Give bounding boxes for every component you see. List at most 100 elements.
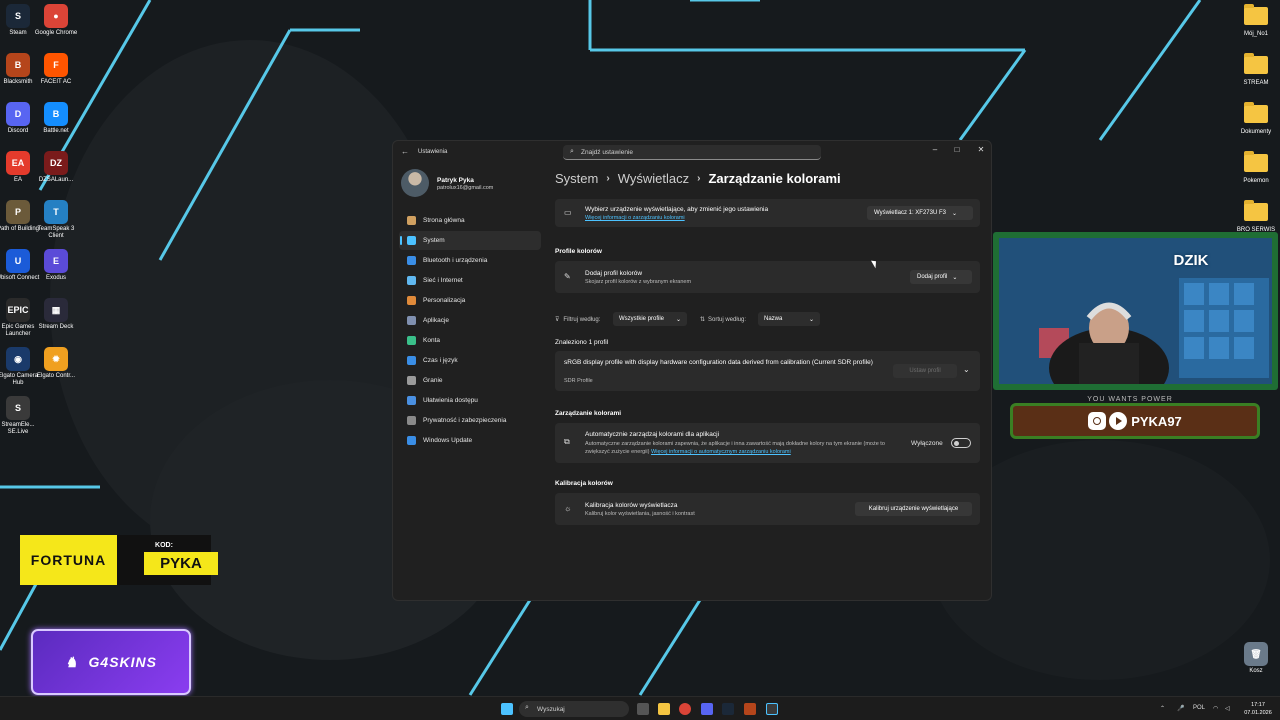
sidebar-item[interactable]: Personalizacja bbox=[399, 291, 541, 310]
sort-icon: ⇅ bbox=[700, 317, 706, 323]
sidebar-item[interactable]: Czas i język bbox=[399, 351, 541, 370]
desktop-icon[interactable]: E Exodus bbox=[34, 249, 78, 282]
sidebar-nav: Strona główna System Bluetooth i urządzeni… bbox=[399, 211, 541, 451]
tray-chevron-icon[interactable]: ⌃ bbox=[1160, 705, 1165, 712]
sidebar-item[interactable]: Windows Update bbox=[399, 431, 541, 450]
filter-dropdown[interactable]: Wszystkie profile ⌄ bbox=[613, 312, 687, 326]
set-profile-label: Ustaw profil bbox=[909, 368, 941, 374]
app-icon: P bbox=[6, 200, 30, 224]
desktop-icon[interactable]: S StreamEle... SE.Live bbox=[0, 396, 40, 436]
desktop-icon[interactable]: ✹ Elgato Contr... bbox=[34, 347, 78, 380]
fortuna-code: PYKA bbox=[144, 552, 218, 575]
microphone-icon[interactable]: 🎤 bbox=[1177, 705, 1184, 712]
close-button[interactable]: ✕ bbox=[974, 145, 988, 154]
sidebar-item[interactable]: System bbox=[399, 231, 541, 250]
app-icon[interactable] bbox=[744, 703, 756, 715]
desktop-icon[interactable]: ▦ Stream Deck bbox=[34, 298, 78, 331]
user-email: patrolux16@gmail.com bbox=[437, 185, 494, 191]
desktop-folder[interactable]: Dokumenty bbox=[1234, 102, 1278, 136]
desktop-folder-label: Mój_No1 bbox=[1243, 31, 1268, 37]
instagram-icon bbox=[1088, 412, 1107, 430]
desktop-icon-label: Stream Deck bbox=[38, 324, 74, 330]
filter-label-text: Filtruj według: bbox=[563, 316, 601, 323]
settings-taskbar-icon[interactable] bbox=[766, 703, 778, 715]
chevron-down-icon: ⌄ bbox=[808, 316, 814, 323]
display-dropdown-value: Wyświetlacz 1: XF273U F3 bbox=[874, 210, 946, 216]
chevron-right-icon: › bbox=[697, 172, 701, 184]
desktop-icon-label: Blacksmith bbox=[3, 79, 33, 85]
sidebar-item[interactable]: Aplikacje bbox=[399, 311, 541, 330]
sidebar-item-label: Windows Update bbox=[423, 437, 473, 444]
desktop-folder[interactable]: Mój_No1 bbox=[1234, 4, 1278, 38]
desktop-icon[interactable]: F FACEIT AC bbox=[34, 53, 78, 86]
sidebar-item-label: Personalizacja bbox=[423, 297, 466, 304]
desktop-icon[interactable]: T TeamSpeak 3 Client bbox=[34, 200, 78, 240]
app-icon: S bbox=[6, 396, 30, 420]
chrome-icon[interactable] bbox=[679, 703, 691, 715]
breadcrumb-display[interactable]: Wyświetlacz bbox=[618, 171, 689, 186]
settings-search-input[interactable]: ⌕ Znajdź ustawienie bbox=[563, 145, 821, 160]
sidebar-item[interactable]: Sieć i Internet bbox=[399, 271, 541, 290]
sidebar-item[interactable]: Ułatwienia dostępu bbox=[399, 391, 541, 410]
webcam-scene bbox=[999, 238, 1272, 384]
profile-list-item[interactable]: sRGB display profile with display hardwa… bbox=[555, 351, 980, 391]
add-profile-card: ✎ Dodaj profil kolorów Skojarz profil ko… bbox=[555, 261, 980, 293]
taskbar: ⌕ Wyszukaj ⌃ 🎤 POL ◠ ◁ 17:17 07.01.2026 bbox=[0, 696, 1280, 720]
minimize-button[interactable]: – bbox=[928, 145, 942, 154]
auto-color-info-link[interactable]: Więcej informacji o automatycznym zarząd… bbox=[651, 449, 791, 455]
back-arrow-icon[interactable]: ← bbox=[401, 147, 409, 156]
desktop-icon[interactable]: ● Google Chrome bbox=[34, 4, 78, 37]
steam-icon[interactable] bbox=[722, 703, 734, 715]
nav-icon bbox=[407, 296, 416, 305]
add-profile-button[interactable]: Dodaj profil ⌄ bbox=[910, 270, 972, 284]
breadcrumb-system[interactable]: System bbox=[555, 171, 598, 186]
color-mgmt-info-link[interactable]: Więcej informacji o zarządzaniu kolorami bbox=[585, 215, 685, 221]
display-select-card: ▭ Wybierz urządzenie wyświetlające, aby … bbox=[555, 199, 980, 227]
fortuna-code-label: KOD: bbox=[155, 542, 173, 549]
filter-dropdown-value: Wszystkie profile bbox=[619, 316, 665, 322]
sidebar-item-label: Bluetooth i urządzenia bbox=[423, 257, 488, 264]
g4skins-banner: ♞ G4SKINS bbox=[31, 629, 191, 695]
desktop-folder[interactable]: Pokemon bbox=[1234, 151, 1278, 185]
auto-color-toggle[interactable] bbox=[951, 438, 971, 448]
sidebar-item[interactable]: Strona główna bbox=[399, 211, 541, 230]
add-profile-title: Dodaj profil kolorów bbox=[585, 270, 643, 277]
desktop-folder[interactable]: STREAM bbox=[1234, 53, 1278, 87]
nav-icon bbox=[407, 276, 416, 285]
nav-icon bbox=[407, 356, 416, 365]
chevron-down-icon: ⌄ bbox=[675, 316, 681, 323]
sidebar-item[interactable]: Granie bbox=[399, 371, 541, 390]
file-explorer-icon[interactable] bbox=[658, 703, 670, 715]
sidebar-item-label: Prywatność i zabezpieczenia bbox=[423, 417, 507, 424]
recycle-bin-icon: 🗑 bbox=[1244, 642, 1268, 666]
task-view-icon[interactable] bbox=[637, 703, 649, 715]
maximize-button[interactable]: □ bbox=[950, 145, 964, 154]
language-indicator[interactable]: POL bbox=[1193, 705, 1205, 711]
desktop-icon[interactable]: DZ DZSALaun... bbox=[34, 151, 78, 184]
desktop-folder[interactable]: BRO SERWIS bbox=[1234, 200, 1278, 234]
volume-icon[interactable]: ◁ bbox=[1225, 705, 1230, 712]
desktop-icon[interactable]: B Battle.net bbox=[34, 102, 78, 135]
taskbar-search[interactable]: ⌕ Wyszukaj bbox=[519, 701, 629, 717]
chevron-down-icon[interactable]: ⌄ bbox=[963, 365, 970, 374]
start-icon[interactable] bbox=[501, 703, 513, 715]
clock[interactable]: 17:17 07.01.2026 bbox=[1240, 701, 1276, 717]
calibrate-display-button[interactable]: Kalibruj urządzenie wyświetlające bbox=[855, 502, 972, 516]
discord-icon[interactable] bbox=[701, 703, 713, 715]
display-dropdown[interactable]: Wyświetlacz 1: XF273U F3 ⌄ bbox=[867, 206, 973, 220]
sidebar-item-label: System bbox=[423, 237, 445, 244]
sidebar-item[interactable]: Prywatność i zabezpieczenia bbox=[399, 411, 541, 430]
auto-color-state: Wyłączone bbox=[911, 440, 943, 447]
set-profile-button[interactable]: Ustaw profil bbox=[893, 364, 957, 378]
sidebar-item-label: Aplikacje bbox=[423, 317, 450, 324]
recycle-bin[interactable]: 🗑 Kosz bbox=[1234, 642, 1278, 675]
sidebar-item[interactable]: Bluetooth i urządzenia bbox=[399, 251, 541, 270]
sidebar-item[interactable]: Konta bbox=[399, 331, 541, 350]
sort-dropdown[interactable]: Nazwa ⌄ bbox=[758, 312, 820, 326]
app-icon: ◉ bbox=[6, 347, 30, 371]
network-icon[interactable]: ◠ bbox=[1213, 705, 1218, 712]
clock-date: 07.01.2026 bbox=[1244, 710, 1272, 716]
desktop-icon-label: Exodus bbox=[45, 275, 66, 281]
folder-icon bbox=[1244, 200, 1268, 221]
main-content: System › Wyświetlacz › Zarządzanie kolor… bbox=[555, 167, 980, 525]
